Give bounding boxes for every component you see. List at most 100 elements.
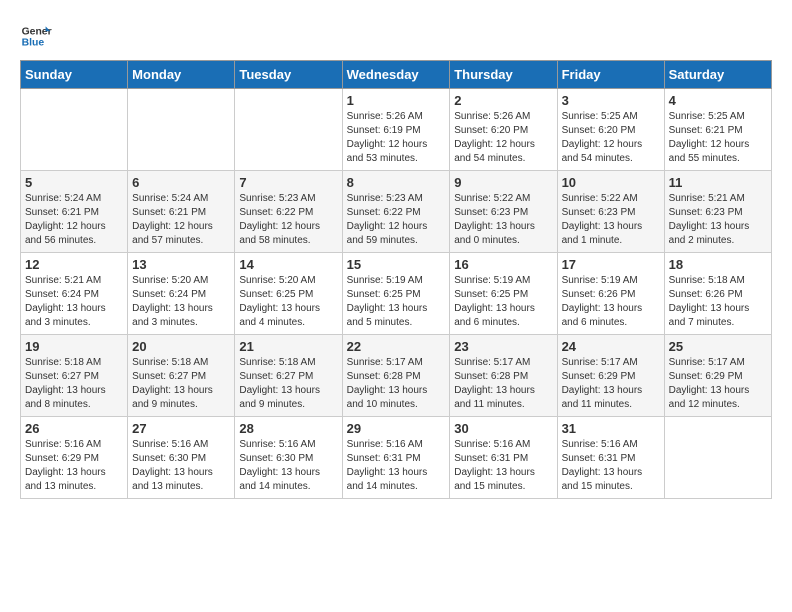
day-number: 29 <box>347 421 446 436</box>
calendar-cell: 20Sunrise: 5:18 AM Sunset: 6:27 PM Dayli… <box>128 335 235 417</box>
calendar-cell: 29 Sunrise: 5:16 AM Sunset: 6:31 PM Dayli… <box>342 417 450 499</box>
day-number: 28 <box>239 421 337 436</box>
week-row-4: 26 Sunrise: 5:16 AM Sunset: 6:29 PM Dayli… <box>21 417 772 499</box>
page-header: General Blue <box>20 20 772 52</box>
week-row-3: 19 Sunrise: 5:18 AM Sunset: 6:27 PM Dayli… <box>21 335 772 417</box>
day-info: Sunrise: 5:17 AM Sunset: 6:28 PM Dayligh… <box>347 356 446 412</box>
day-info: Sunrise: 5:16 AM Sunset: 6:29 PM Dayligh… <box>25 438 123 494</box>
calendar-cell <box>235 89 342 171</box>
calendar-header-row: SundayMondayTuesdayWednesdayThursdayFrid… <box>21 61 772 89</box>
day-info: Sunrise: 5:18 AM Sunset: 6:27 PM Dayligh… <box>239 356 337 412</box>
calendar-cell <box>664 417 771 499</box>
calendar-cell: 28 Sunrise: 5:16 AM Sunset: 6:30 PM Dayli… <box>235 417 342 499</box>
calendar-cell: 9 Sunrise: 5:22 AM Sunset: 6:23 PM Daylig… <box>450 171 557 253</box>
calendar-cell: 1 Sunrise: 5:26 AM Sunset: 6:19 PM Daylig… <box>342 89 450 171</box>
day-number: 7 <box>239 175 337 190</box>
day-number: 24 <box>562 339 660 354</box>
day-info: Sunrise: 5:19 AM Sunset: 6:25 PM Dayligh… <box>347 274 446 330</box>
calendar-cell: 11Sunrise: 5:21 AM Sunset: 6:23 PM Dayli… <box>664 171 771 253</box>
day-info: Sunrise: 5:23 AM Sunset: 6:22 PM Dayligh… <box>239 192 337 248</box>
calendar-cell: 27Sunrise: 5:16 AM Sunset: 6:30 PM Dayli… <box>128 417 235 499</box>
week-row-0: 1 Sunrise: 5:26 AM Sunset: 6:19 PM Daylig… <box>21 89 772 171</box>
calendar-cell: 17 Sunrise: 5:19 AM Sunset: 6:26 PM Dayli… <box>557 253 664 335</box>
week-row-2: 12Sunrise: 5:21 AM Sunset: 6:24 PM Dayli… <box>21 253 772 335</box>
calendar-cell: 14Sunrise: 5:20 AM Sunset: 6:25 PM Dayli… <box>235 253 342 335</box>
day-info: Sunrise: 5:19 AM Sunset: 6:26 PM Dayligh… <box>562 274 660 330</box>
day-info: Sunrise: 5:26 AM Sunset: 6:20 PM Dayligh… <box>454 110 552 166</box>
day-number: 22 <box>347 339 446 354</box>
day-number: 18 <box>669 257 767 272</box>
day-info: Sunrise: 5:16 AM Sunset: 6:31 PM Dayligh… <box>562 438 660 494</box>
day-number: 30 <box>454 421 552 436</box>
day-info: Sunrise: 5:20 AM Sunset: 6:25 PM Dayligh… <box>239 274 337 330</box>
calendar-cell: 3 Sunrise: 5:25 AM Sunset: 6:20 PM Daylig… <box>557 89 664 171</box>
day-info: Sunrise: 5:20 AM Sunset: 6:24 PM Dayligh… <box>132 274 230 330</box>
header-thursday: Thursday <box>450 61 557 89</box>
calendar-cell <box>21 89 128 171</box>
calendar-cell: 2 Sunrise: 5:26 AM Sunset: 6:20 PM Daylig… <box>450 89 557 171</box>
calendar-cell: 18 Sunrise: 5:18 AM Sunset: 6:26 PM Dayli… <box>664 253 771 335</box>
day-number: 8 <box>347 175 446 190</box>
day-number: 13 <box>132 257 230 272</box>
day-info: Sunrise: 5:16 AM Sunset: 6:30 PM Dayligh… <box>239 438 337 494</box>
day-number: 5 <box>25 175 123 190</box>
calendar-cell: 6 Sunrise: 5:24 AM Sunset: 6:21 PM Daylig… <box>128 171 235 253</box>
day-number: 4 <box>669 93 767 108</box>
day-number: 16 <box>454 257 552 272</box>
day-info: Sunrise: 5:16 AM Sunset: 6:31 PM Dayligh… <box>347 438 446 494</box>
calendar-cell: 16 Sunrise: 5:19 AM Sunset: 6:25 PM Dayli… <box>450 253 557 335</box>
day-number: 17 <box>562 257 660 272</box>
calendar-cell: 5 Sunrise: 5:24 AM Sunset: 6:21 PM Daylig… <box>21 171 128 253</box>
day-number: 1 <box>347 93 446 108</box>
header-monday: Monday <box>128 61 235 89</box>
calendar-cell: 23Sunrise: 5:17 AM Sunset: 6:28 PM Dayli… <box>450 335 557 417</box>
logo: General Blue <box>20 20 56 52</box>
calendar-cell: 25Sunrise: 5:17 AM Sunset: 6:29 PM Dayli… <box>664 335 771 417</box>
header-wednesday: Wednesday <box>342 61 450 89</box>
day-info: Sunrise: 5:24 AM Sunset: 6:21 PM Dayligh… <box>25 192 123 248</box>
day-number: 3 <box>562 93 660 108</box>
calendar-cell: 7 Sunrise: 5:23 AM Sunset: 6:22 PM Daylig… <box>235 171 342 253</box>
day-number: 6 <box>132 175 230 190</box>
day-info: Sunrise: 5:22 AM Sunset: 6:23 PM Dayligh… <box>454 192 552 248</box>
header-sunday: Sunday <box>21 61 128 89</box>
calendar-cell: 30 Sunrise: 5:16 AM Sunset: 6:31 PM Dayli… <box>450 417 557 499</box>
calendar-cell: 4Sunrise: 5:25 AM Sunset: 6:21 PM Daylig… <box>664 89 771 171</box>
header-friday: Friday <box>557 61 664 89</box>
day-info: Sunrise: 5:21 AM Sunset: 6:23 PM Dayligh… <box>669 192 767 248</box>
calendar-cell: 10Sunrise: 5:22 AM Sunset: 6:23 PM Dayli… <box>557 171 664 253</box>
header-saturday: Saturday <box>664 61 771 89</box>
day-info: Sunrise: 5:24 AM Sunset: 6:21 PM Dayligh… <box>132 192 230 248</box>
day-info: Sunrise: 5:26 AM Sunset: 6:19 PM Dayligh… <box>347 110 446 166</box>
day-number: 19 <box>25 339 123 354</box>
svg-text:Blue: Blue <box>22 38 45 49</box>
day-number: 15 <box>347 257 446 272</box>
day-info: Sunrise: 5:25 AM Sunset: 6:20 PM Dayligh… <box>562 110 660 166</box>
logo-icon: General Blue <box>20 20 52 52</box>
svg-text:General: General <box>22 26 52 37</box>
week-row-1: 5 Sunrise: 5:24 AM Sunset: 6:21 PM Daylig… <box>21 171 772 253</box>
calendar-cell: 19 Sunrise: 5:18 AM Sunset: 6:27 PM Dayli… <box>21 335 128 417</box>
day-number: 25 <box>669 339 767 354</box>
day-info: Sunrise: 5:17 AM Sunset: 6:29 PM Dayligh… <box>562 356 660 412</box>
calendar-cell: 15 Sunrise: 5:19 AM Sunset: 6:25 PM Dayli… <box>342 253 450 335</box>
day-number: 9 <box>454 175 552 190</box>
day-info: Sunrise: 5:19 AM Sunset: 6:25 PM Dayligh… <box>454 274 552 330</box>
day-number: 2 <box>454 93 552 108</box>
day-info: Sunrise: 5:16 AM Sunset: 6:31 PM Dayligh… <box>454 438 552 494</box>
calendar-cell: 31Sunrise: 5:16 AM Sunset: 6:31 PM Dayli… <box>557 417 664 499</box>
calendar-cell: 8Sunrise: 5:23 AM Sunset: 6:22 PM Daylig… <box>342 171 450 253</box>
day-info: Sunrise: 5:18 AM Sunset: 6:27 PM Dayligh… <box>25 356 123 412</box>
day-info: Sunrise: 5:18 AM Sunset: 6:27 PM Dayligh… <box>132 356 230 412</box>
day-number: 10 <box>562 175 660 190</box>
calendar-cell: 21Sunrise: 5:18 AM Sunset: 6:27 PM Dayli… <box>235 335 342 417</box>
calendar-cell: 12Sunrise: 5:21 AM Sunset: 6:24 PM Dayli… <box>21 253 128 335</box>
calendar-cell: 26 Sunrise: 5:16 AM Sunset: 6:29 PM Dayli… <box>21 417 128 499</box>
day-number: 26 <box>25 421 123 436</box>
calendar-cell: 13 Sunrise: 5:20 AM Sunset: 6:24 PM Dayli… <box>128 253 235 335</box>
day-info: Sunrise: 5:18 AM Sunset: 6:26 PM Dayligh… <box>669 274 767 330</box>
calendar-cell: 24 Sunrise: 5:17 AM Sunset: 6:29 PM Dayli… <box>557 335 664 417</box>
calendar-table: SundayMondayTuesdayWednesdayThursdayFrid… <box>20 60 772 499</box>
day-number: 12 <box>25 257 123 272</box>
header-tuesday: Tuesday <box>235 61 342 89</box>
